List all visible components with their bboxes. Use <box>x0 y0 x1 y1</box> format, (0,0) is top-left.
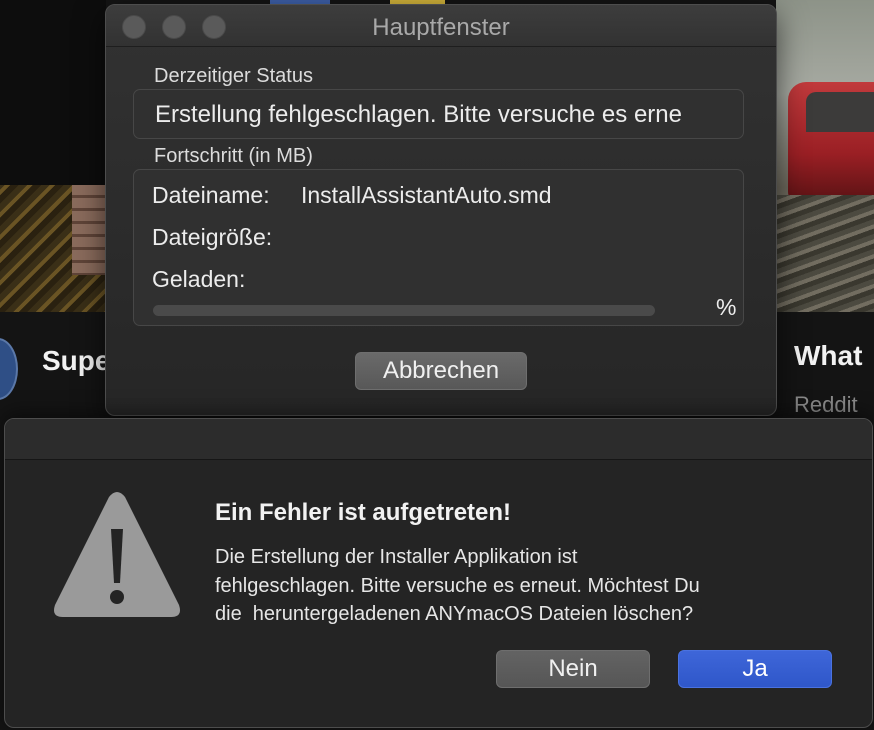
background-title-left: Super Rand <box>42 345 112 376</box>
file-name-label: Dateiname: <box>152 182 270 208</box>
background-subtitle-right: Reddit <box>794 392 858 417</box>
title-bar[interactable]: Hauptfenster <box>106 5 776 47</box>
alert-message-line: Die Erstellung der Installer Applikation… <box>215 546 578 568</box>
background-ground <box>776 195 874 312</box>
alert-title-bar <box>5 419 872 460</box>
progress-bar <box>153 305 655 316</box>
background-avatar <box>0 338 18 400</box>
background-thumbnail-left <box>0 0 106 312</box>
alert-message: Die Erstellung der Installer Applikation… <box>215 543 835 629</box>
warning-triangle-icon <box>54 492 180 617</box>
error-alert-dialog: Ein Fehler ist aufgetreten! Die Erstellu… <box>4 418 873 728</box>
alert-message-line: fehlgeschlagen. Bitte versuche es erneut… <box>215 574 700 597</box>
loaded-label: Geladen: <box>152 266 246 292</box>
file-size-label: Dateigröße: <box>152 224 273 250</box>
status-label: Derzeitiger Status <box>154 65 313 87</box>
background-title-right: What <box>794 340 863 371</box>
background-thumbnail-right <box>776 0 874 312</box>
main-window: Hauptfenster Derzeitiger Status Erstellu… <box>105 4 777 416</box>
progress-box: Dateiname: InstallAssistantAuto.smd Date… <box>133 169 744 326</box>
cancel-button[interactable]: Abbrechen <box>355 352 527 390</box>
background-building <box>72 185 106 275</box>
progress-label: Fortschritt (in MB) <box>154 145 313 167</box>
percent-sign: % <box>716 294 737 320</box>
alert-title: Ein Fehler ist aufgetreten! <box>215 499 512 526</box>
status-value: Erstellung fehlgeschlagen. Bitte versuch… <box>155 101 683 128</box>
no-button[interactable]: Nein <box>496 650 650 688</box>
window-title: Hauptfenster <box>372 14 510 41</box>
status-field: Erstellung fehlgeschlagen. Bitte versuch… <box>133 89 744 139</box>
background-car-window <box>806 92 874 132</box>
file-name-value: InstallAssistantAuto.smd <box>301 182 552 208</box>
yes-button[interactable]: Ja <box>678 650 832 688</box>
alert-message-line: die heruntergeladenen ANYmacOS Dateien l… <box>215 603 694 625</box>
